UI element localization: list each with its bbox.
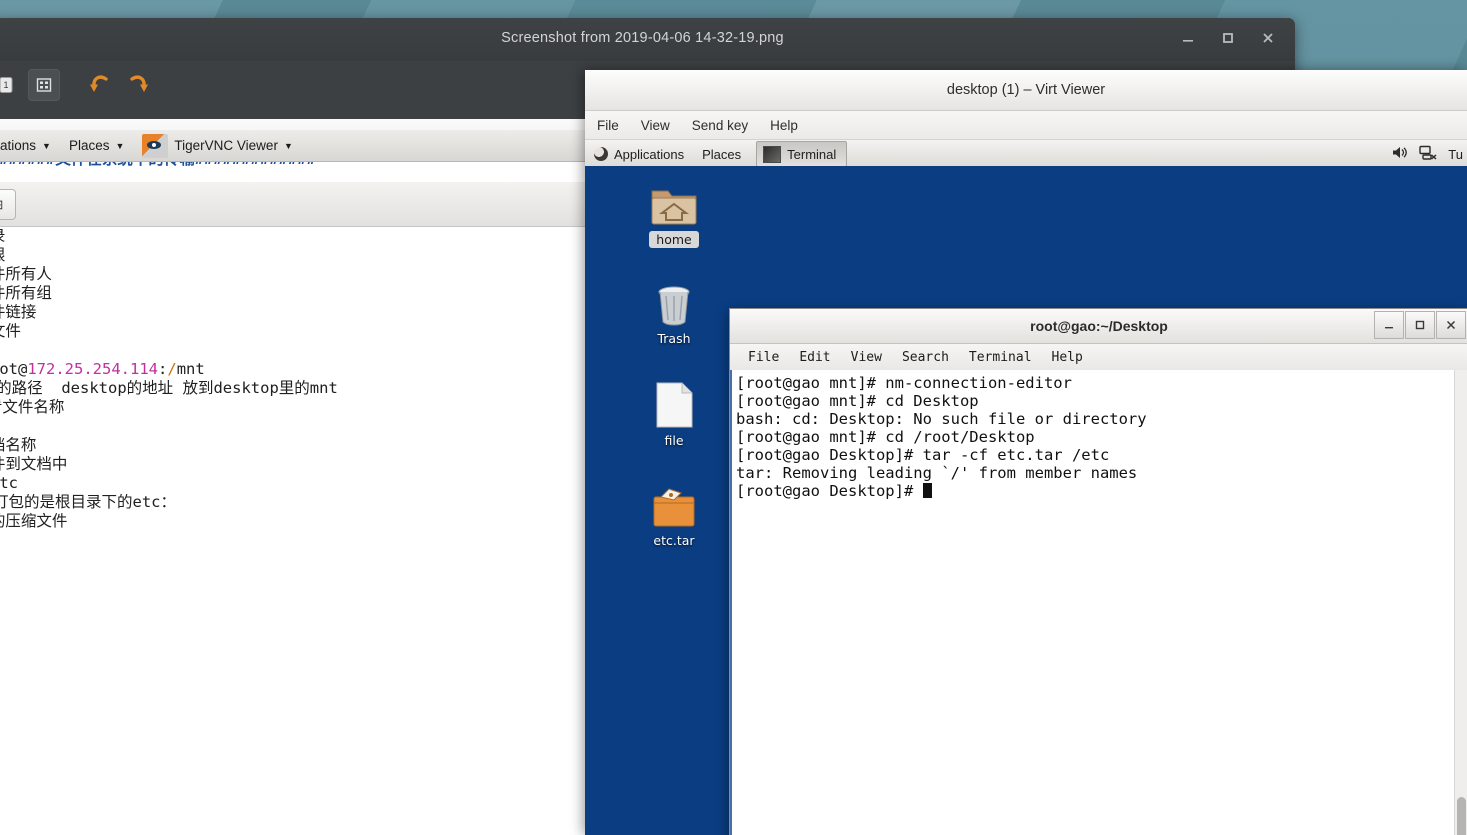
guest-terminal-title: root@gao:~/Desktop [1030, 318, 1168, 334]
terminal-icon [763, 145, 782, 163]
guest-panel-tray: Tu [1392, 145, 1467, 163]
virt-viewer-menubar: File View Send key Help [585, 111, 1467, 140]
terminal-line: bash: cd: Desktop: No such file or direc… [736, 410, 1147, 428]
maximize-button[interactable] [1405, 311, 1435, 339]
gedit-line: ##创建 [0, 417, 338, 436]
desktop-icon-home[interactable]: home [635, 176, 713, 249]
rotate-right-icon[interactable] [122, 69, 154, 101]
chevron-down-icon: ▼ [42, 140, 51, 151]
document-icon [635, 378, 713, 430]
gedit-line: #同步权限 [0, 246, 338, 265]
gedit-line: #同步文件所有组 [0, 284, 52, 302]
home-folder-icon [635, 176, 713, 228]
gedit-line: 输 [0, 341, 338, 360]
fit-to-window-icon[interactable] [28, 69, 60, 101]
desktop-icon-label: home [649, 231, 699, 248]
gedit-line: #同步文件链接 [0, 303, 37, 321]
archive-icon [635, 478, 713, 530]
guest-desktop[interactable]: home Trash file etc.tar root@gao:~/Deskt… [585, 166, 1467, 835]
menu-file[interactable]: File [597, 118, 619, 133]
guest-terminal-scrollbar[interactable] [1454, 370, 1467, 835]
gedit-line: 名 被打包的是根目录下的etc： [0, 493, 176, 511]
trash-icon [635, 276, 713, 328]
maximize-button[interactable] [1219, 29, 1237, 47]
guest-places-menu[interactable]: Places [693, 147, 750, 162]
gedit-line: 名) #看文件名称 [0, 398, 65, 416]
menu-help[interactable]: Help [770, 118, 798, 133]
terminal-line: [root@gao Desktop]# tar -cf etc.tar /etc [736, 446, 1110, 464]
virt-viewer-titlebar[interactable]: desktop (1) – Virt Viewer [585, 70, 1467, 111]
terminal-menu-terminal[interactable]: Terminal [969, 350, 1032, 365]
terminal-line: [root@gao mnt]# nm-connection-editor [736, 374, 1072, 392]
desktop-icon-label: file [664, 433, 684, 448]
host-task-tigervnc[interactable]: TigerVNC Viewer ▼ [142, 133, 293, 158]
terminal-line: [root@gao mnt]# cd /root/Desktop [736, 428, 1035, 446]
screenshot-viewer-window-controls [1179, 29, 1277, 47]
gedit-line: #同步文件所有人 [0, 265, 52, 283]
terminal-line: [root@gao mnt]# cd Desktop [736, 392, 979, 410]
terminal-menu-file[interactable]: File [748, 350, 779, 365]
desktop-icon-label: etc.tar [653, 533, 695, 548]
guest-taskbar-item-terminal[interactable]: Terminal [756, 141, 848, 167]
desktop-icon-file[interactable]: file [635, 378, 713, 448]
terminal-menu-view[interactable]: View [851, 350, 882, 365]
svg-text:1: 1 [3, 80, 8, 90]
menu-view[interactable]: View [641, 118, 670, 133]
rotate-left-icon[interactable] [84, 69, 116, 101]
terminal-line: tar: Removing leading `/' from member na… [736, 464, 1138, 482]
gedit-line: 在sever的路径 desktop的地址 放到desktop里的mnt [0, 379, 338, 397]
desktop-icon-etc-tar[interactable]: etc.tar [635, 478, 713, 548]
tigervnc-icon [142, 133, 169, 158]
terminal-prompt-line: [root@gao Desktop]# [736, 482, 1467, 500]
host-gnome-panel: ations ▼ Places ▼ TigerVNC Viewer ▼ [0, 130, 585, 162]
minimize-button[interactable] [1179, 29, 1197, 47]
host-places-menu[interactable]: Places ▼ [51, 138, 124, 153]
guest-terminal-window-controls [1373, 311, 1466, 339]
gedit-line: 生成新的压缩文件 [0, 512, 68, 530]
gedit-line: mnt/ root@172.25.254.114:/mnt [0, 360, 205, 378]
chevron-down-icon: ▼ [115, 140, 125, 151]
terminal-menu-help[interactable]: Help [1052, 350, 1083, 365]
close-button[interactable] [1259, 29, 1277, 47]
network-disconnected-icon[interactable] [1419, 145, 1438, 163]
host-applications-menu[interactable]: ations ▼ [0, 138, 51, 153]
screenshot-viewer-title: Screenshot from 2019-04-06 14-32-19.png [501, 30, 784, 46]
gnome-foot-icon [594, 147, 608, 161]
close-button[interactable] [1436, 311, 1466, 339]
desktop-icon-label: Trash [657, 331, 691, 346]
scrollbar-thumb[interactable] [1457, 797, 1466, 835]
gedit-line: t中建立文件 [0, 322, 21, 340]
terminal-menu-search[interactable]: Search [902, 350, 949, 365]
guest-gnome-panel: Applications Places Terminal Tu [585, 140, 1467, 169]
gedit-line: #同步目录 [0, 227, 338, 246]
guest-terminal-output: [root@gao mnt]# nm-connection-editor [roo… [732, 370, 1467, 500]
guest-terminal-window: root@gao:~/Desktop File Edit View Search… [729, 308, 1467, 835]
menu-send-key[interactable]: Send key [692, 118, 748, 133]
desktop-icon-trash[interactable]: Trash [635, 276, 713, 346]
speaker-icon[interactable] [1392, 145, 1409, 163]
terminal-menu-edit[interactable]: Edit [799, 350, 830, 365]
guest-clock[interactable]: Tu [1448, 147, 1463, 162]
gedit-line: #指定归档名称 [0, 436, 37, 454]
virt-viewer-title: desktop (1) – Virt Viewer [946, 82, 1106, 98]
guest-terminal-menubar: File Edit View Search Terminal Help [730, 344, 1467, 371]
minimize-button[interactable] [1374, 311, 1404, 339]
terminal-prompt: [root@gao Desktop]# [736, 482, 923, 500]
guest-applications-menu[interactable]: Applications [585, 147, 693, 162]
screenshot-viewer-titlebar[interactable]: Screenshot from 2019-04-06 14-32-19.png [0, 18, 1295, 61]
page-view-icon[interactable]: 1 [0, 69, 22, 101]
chevron-down-icon: ▼ [283, 140, 293, 151]
guest-terminal-body[interactable]: [root@gao mnt]# nm-connection-editor [roo… [730, 370, 1467, 835]
gedit-text-content: #同步目录#同步权限#同步文件所有人#同步文件所有组#同步文件链接t中建立文件输… [0, 227, 338, 531]
terminal-cursor [922, 483, 932, 498]
virt-viewer-window: desktop (1) – Virt Viewer File View Send… [585, 70, 1467, 835]
gedit-line: #添加文件到文档中 [0, 455, 68, 473]
guest-terminal-titlebar[interactable]: root@gao:~/Desktop [730, 309, 1467, 344]
gedit-line: .tar /etc [0, 474, 19, 492]
